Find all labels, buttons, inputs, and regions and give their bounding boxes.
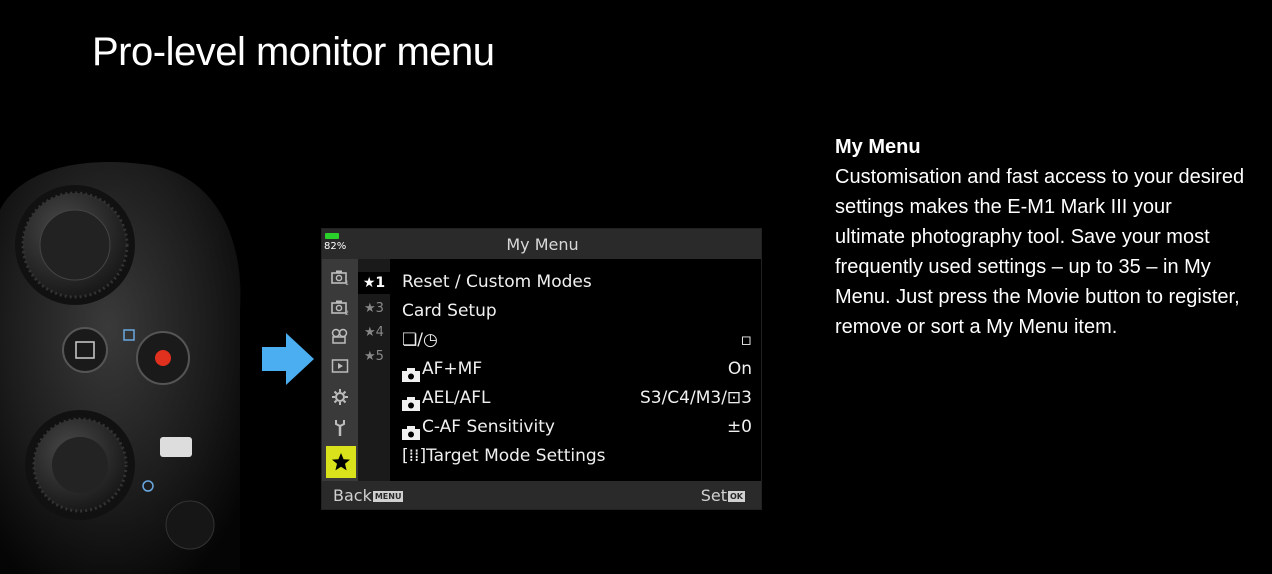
description-body: Customisation and fast access to your de… <box>835 166 1245 338</box>
menu-item-label: [⁞⁞]Target Mode Settings <box>402 446 606 466</box>
menu-item[interactable]: AF+MF On <box>402 355 752 384</box>
menu-item-value: ±0 <box>726 417 752 437</box>
back-button[interactable]: Back MENU <box>333 486 404 505</box>
playback-icon[interactable] <box>325 352 355 380</box>
camera-monitor-screen: 82% My Menu 1 2 ★1 ★3 ★4 ★5 Reset / Cust… <box>321 228 762 510</box>
set-button[interactable]: Set OK <box>701 486 745 505</box>
menu-item[interactable]: ❏/◷ ▫ <box>402 326 752 355</box>
setup-wrench-icon[interactable] <box>325 414 355 442</box>
feature-description: My Menu Customisation and fast access to… <box>835 132 1245 342</box>
page-tab-5[interactable]: ★5 <box>358 346 390 368</box>
menu-item-value: ▫ <box>740 330 752 350</box>
monitor-header: 82% My Menu <box>322 229 761 259</box>
ok-key-tag: OK <box>728 491 745 502</box>
menu-item-label: C-AF Sensitivity <box>422 417 555 437</box>
menu-item-value: On <box>727 359 752 379</box>
svg-text:2: 2 <box>345 310 349 315</box>
custom-settings-icon[interactable] <box>325 383 355 411</box>
set-label: Set <box>700 486 727 505</box>
menu-item[interactable]: [⁞⁞]Target Mode Settings <box>402 442 752 471</box>
menu-item-value: S3/C4/M3/⊡3 <box>639 388 752 408</box>
description-title: My Menu <box>835 136 921 158</box>
menu-item[interactable]: Card Setup <box>402 297 752 326</box>
star-icon[interactable] <box>326 446 356 478</box>
menu-item[interactable]: AEL/AFL S3/C4/M3/⊡3 <box>402 384 752 413</box>
menu-side-tabs: 1 2 <box>322 259 358 481</box>
menu-key-tag: MENU <box>372 491 404 502</box>
back-label: Back <box>333 486 372 505</box>
menu-item[interactable]: Reset / Custom Modes <box>402 268 752 297</box>
page-tab-4[interactable]: ★4 <box>358 322 390 344</box>
monitor-title: My Menu <box>506 235 579 254</box>
page-title: Pro-level monitor menu <box>92 30 495 74</box>
menu-item-label: Card Setup <box>402 301 497 321</box>
pointer-arrow-icon <box>262 333 314 385</box>
menu-item-label: ❏/◷ <box>402 330 438 350</box>
svg-text:1: 1 <box>345 280 349 285</box>
camera-1-icon[interactable]: 1 <box>325 263 355 291</box>
video-icon[interactable] <box>325 322 355 350</box>
page-tab-3[interactable]: ★3 <box>358 298 390 320</box>
page-tab-1[interactable]: ★1 <box>358 272 390 294</box>
menu-item[interactable]: C-AF Sensitivity ±0 <box>402 413 752 442</box>
menu-item-label: Reset / Custom Modes <box>402 272 592 292</box>
my-menu-page-tabs: ★1 ★3 ★4 ★5 <box>358 259 390 481</box>
camera-2-icon[interactable]: 2 <box>325 293 355 321</box>
monitor-footer: Back MENU Set OK <box>322 481 761 509</box>
camera-body-image <box>0 162 241 574</box>
